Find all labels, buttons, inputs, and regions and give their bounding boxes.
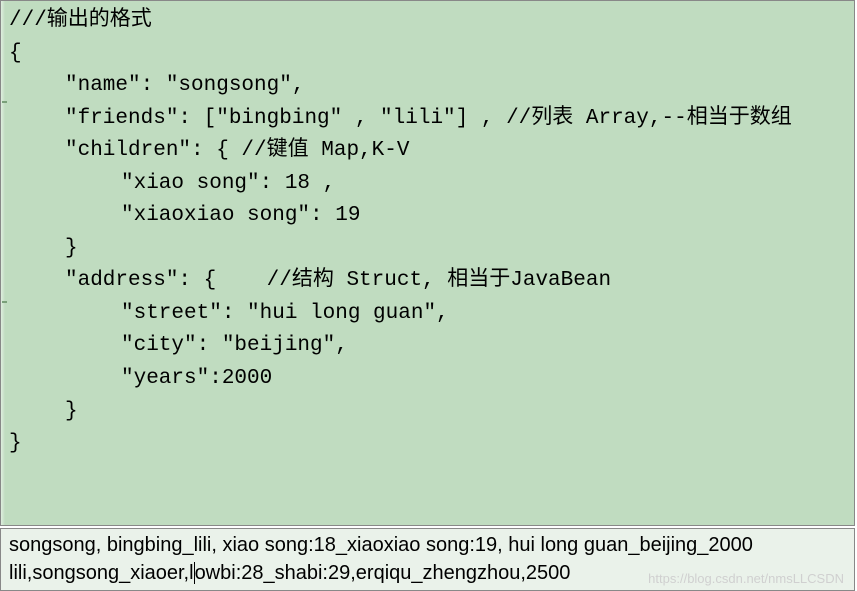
code-line: } [9,396,846,429]
ruler-edge [1,1,5,525]
text-fragment: owbi:28_shabi:29,erqiqu_zhengzhou,2500 [195,562,571,584]
code-line: } [9,233,846,266]
code-line: "name": "songsong", [9,70,846,103]
code-line: "friends": ["bingbing" , "lili"] , //列表 … [9,103,846,136]
code-line: } [9,428,846,461]
watermark: https://blog.csdn.net/nmsLLCSDN [648,570,844,588]
data-sample-box[interactable]: songsong, bingbing_lili, xiao song:18_xi… [0,528,855,591]
code-line: "street": "hui long guan", [9,298,846,331]
ruler-tick [2,101,7,103]
code-line: { [9,38,846,71]
data-line: songsong, bingbing_lili, xiao song:18_xi… [9,532,846,560]
code-line: "years":2000 [9,363,846,396]
ruler-tick [2,301,7,303]
code-line: "city": "beijing", [9,330,846,363]
code-line: ///输出的格式 [9,5,846,38]
text-fragment: lili,songsong_xiaoer,l [9,562,194,584]
code-line: "xiaoxiao song": 19 [9,200,846,233]
code-line: "children": { //键值 Map,K-V [9,135,846,168]
code-line: "xiao song": 18 , [9,168,846,201]
code-line: "address": { //结构 Struct, 相当于JavaBean [9,265,846,298]
code-block: ///输出的格式 { "name": "songsong", "friends"… [0,0,855,526]
